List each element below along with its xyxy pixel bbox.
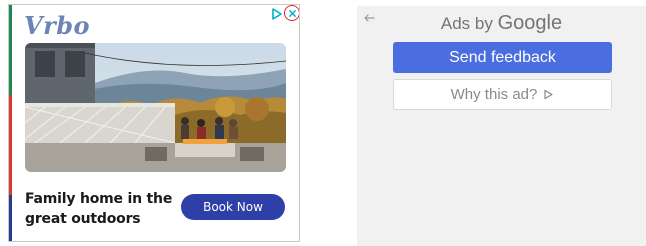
vacation-home-photo: [25, 43, 286, 172]
close-ad-button[interactable]: [284, 5, 299, 21]
ad-border-accent: [9, 5, 12, 95]
why-this-ad-label: Why this ad?: [450, 86, 538, 103]
ad-feedback-panel: Ads by Google Send feedback Why this ad?: [357, 6, 646, 246]
adchoices-icon[interactable]: [270, 7, 284, 21]
adchoices-play-icon: [544, 89, 553, 100]
ad-photo[interactable]: [25, 43, 286, 172]
close-icon: [288, 9, 296, 17]
brand-logo: Vrbo: [24, 11, 91, 40]
ad-headline[interactable]: Family home in the great outdoors: [25, 189, 175, 229]
display-ad[interactable]: Vrbo Family home in the great outdoors B…: [8, 4, 300, 242]
why-this-ad-button[interactable]: Why this ad?: [393, 79, 612, 110]
ads-by-text: Ads by: [440, 14, 493, 33]
book-now-button[interactable]: Book Now: [181, 194, 285, 220]
ads-by-google-label: Ads by Google: [357, 12, 646, 35]
google-wordmark: Google: [497, 12, 563, 34]
ad-border-accent: [9, 195, 12, 241]
send-feedback-button[interactable]: Send feedback: [393, 42, 612, 73]
ad-border-accent: [9, 95, 12, 195]
